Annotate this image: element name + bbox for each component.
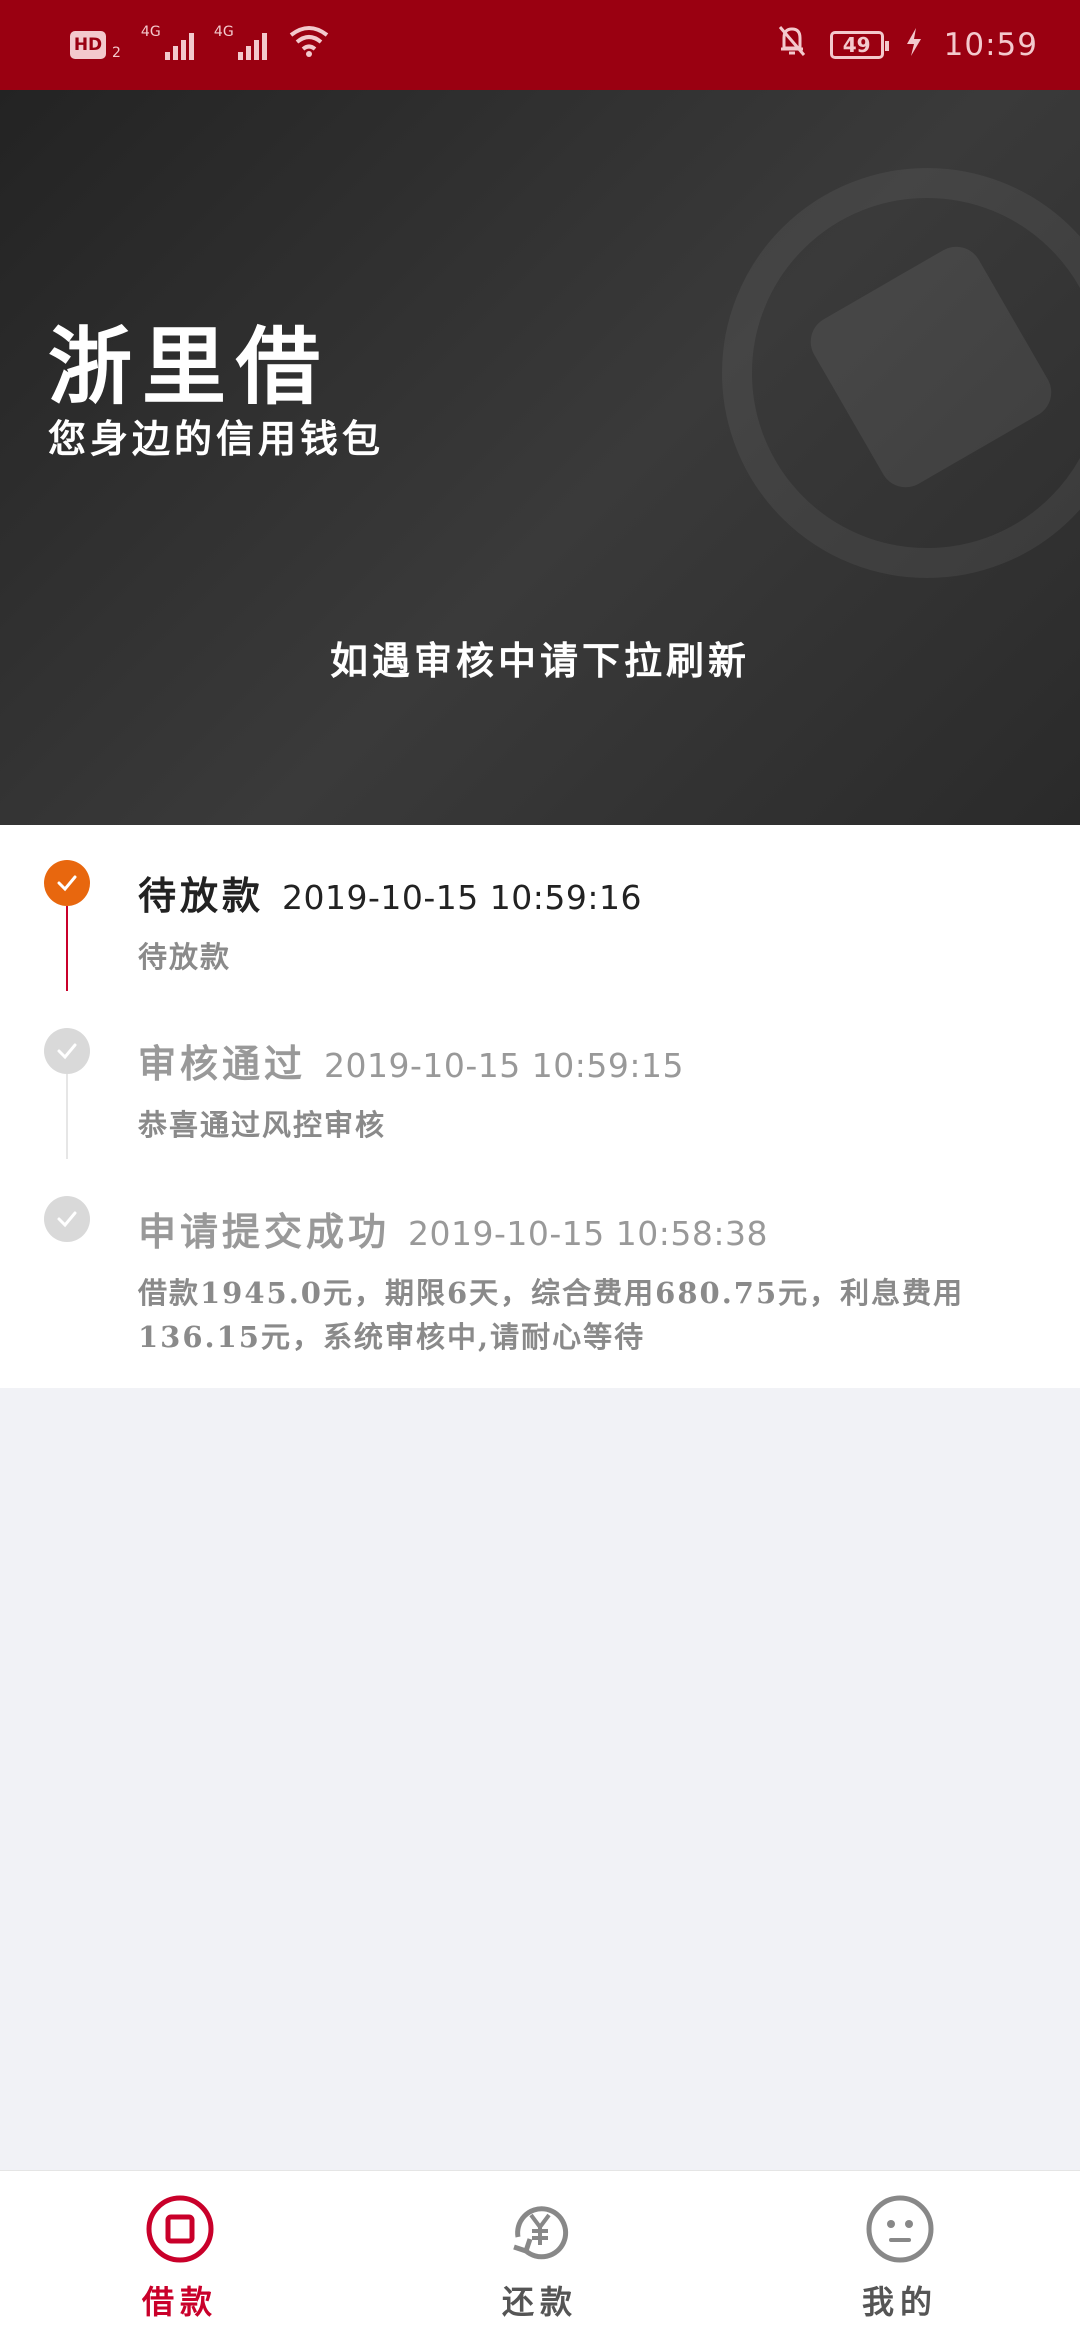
nav-label: 借款 xyxy=(141,2283,218,2321)
status-right: 49 10:59 xyxy=(776,24,1038,66)
timeline-step-name: 审核通过 xyxy=(138,1041,307,1086)
timeline-timestamp: 2019-10-15 10:58:38 xyxy=(408,1214,768,1253)
profile-face-icon xyxy=(864,2193,936,2269)
hero-banner: 浙里借 您身边的信用钱包 如遇审核中请下拉刷新 xyxy=(0,90,1080,825)
timeline-connector xyxy=(66,906,68,991)
timeline-connector xyxy=(66,1074,68,1159)
pull-refresh-hint: 如遇审核中请下拉刷新 xyxy=(329,638,750,683)
charging-icon xyxy=(906,26,922,64)
battery-icon: 49 xyxy=(829,31,889,59)
wifi-icon xyxy=(289,25,329,65)
nav-label: 还款 xyxy=(501,2283,578,2321)
app-name: 浙里借 xyxy=(48,317,331,416)
sim-indicator: 2 xyxy=(112,45,121,61)
timeline-timestamp: 2019-10-15 10:59:15 xyxy=(324,1046,684,1085)
signal-icon-2: 4G xyxy=(214,24,267,60)
timeline-timestamp: 2019-10-15 10:59:16 xyxy=(282,878,642,917)
timeline-description: 待放款 xyxy=(138,940,232,974)
hd-voice-icon: HD xyxy=(70,31,106,59)
timeline-description: 恭喜通过风控审核 xyxy=(138,1108,387,1142)
nav-label: 我的 xyxy=(861,2283,938,2321)
check-icon xyxy=(44,860,90,906)
timeline-description: 借款1945.0元，期限6天，综合费用680.75元，利息费用136.15元，系… xyxy=(138,1276,965,1354)
status-bar: HD 2 4G 4G 49 10:59 xyxy=(0,0,1080,90)
app-slogan: 您身边的信用钱包 xyxy=(48,416,385,461)
timeline-title: 申请提交成功 2019-10-15 10:58:38 xyxy=(138,1201,768,1256)
repay-yuan-icon xyxy=(504,2193,576,2269)
mute-bell-icon xyxy=(776,24,808,66)
borrow-icon xyxy=(144,2193,216,2269)
network-type-label-2: 4G xyxy=(213,24,234,40)
timeline-title: 待放款 2019-10-15 10:59:16 xyxy=(138,865,642,920)
signal-icon: 4G xyxy=(141,24,194,60)
check-icon xyxy=(44,1196,90,1242)
check-icon xyxy=(44,1028,90,1074)
loan-status-timeline: 待放款 2019-10-15 10:59:16 待放款 审核通过 2019-10… xyxy=(0,825,1080,1388)
clock: 10:59 xyxy=(943,27,1038,63)
status-left: HD 2 4G 4G xyxy=(70,24,329,65)
timeline-title: 审核通过 2019-10-15 10:59:15 xyxy=(138,1033,684,1088)
timeline-step-name: 申请提交成功 xyxy=(138,1209,391,1254)
nav-tab-mine[interactable]: 我的 xyxy=(720,2171,1080,2340)
nav-tab-borrow[interactable]: 借款 xyxy=(0,2171,360,2340)
bottom-nav: 借款 还款 我的 xyxy=(0,2170,1080,2340)
timeline-step-name: 待放款 xyxy=(138,873,265,918)
nav-tab-repay[interactable]: 还款 xyxy=(360,2171,720,2340)
network-type-label: 4G xyxy=(140,24,161,40)
